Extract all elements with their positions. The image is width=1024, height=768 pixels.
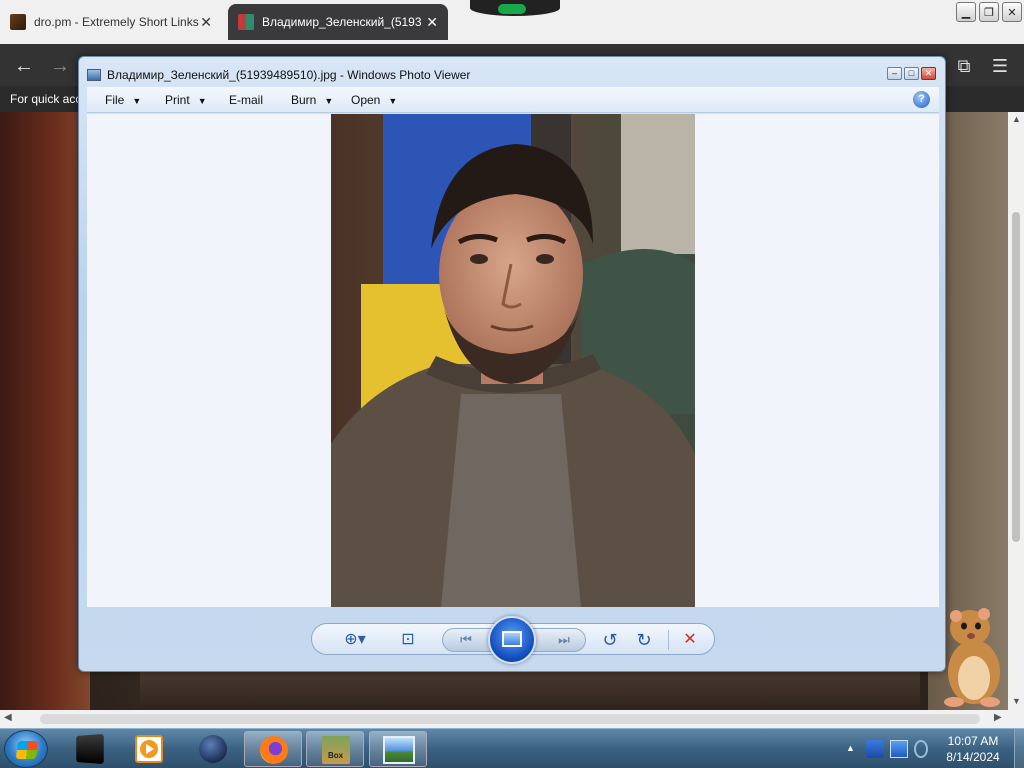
menu-icon[interactable]: ☰ (988, 54, 1012, 78)
vertical-scroll-thumb[interactable] (1012, 212, 1020, 542)
bookmarks-hint-text: For quick acc (10, 92, 82, 106)
minimize-button[interactable]: – (887, 67, 902, 80)
menu-file[interactable]: File ▼ (105, 93, 141, 107)
browser-tab-active-image[interactable]: Владимир_Зеленский_(5193 ✕ (228, 4, 448, 40)
volume-icon[interactable] (914, 740, 928, 758)
vertical-scrollbar[interactable]: ▲ ▼ (1008, 112, 1024, 710)
extensions-icon[interactable]: ⧉ (952, 54, 976, 78)
rotate-clockwise-icon[interactable]: ↻ (632, 629, 656, 651)
show-desktop-button[interactable] (1014, 729, 1024, 768)
clock-time: 10:07 AM (947, 734, 999, 748)
browser-tab-title: Владимир_Зеленский_(5193 (262, 15, 422, 29)
photo-viewer-menu-bar: File ▼ Print ▼ E-mail Burn ▼ Open ▼ ? (87, 87, 939, 113)
actual-size-icon[interactable]: ⊡ (396, 629, 420, 651)
system-clock[interactable]: 10:07 AM 8/14/2024 (932, 733, 1014, 765)
photo-viewer-window: Владимир_Зеленский_(51939489510).jpg - W… (78, 56, 946, 672)
portrait-illustration (331, 114, 695, 607)
web-page-image-bottom (140, 672, 920, 710)
image-favicon-icon (238, 14, 254, 30)
terminal-icon (76, 733, 104, 765)
media-player-icon (135, 735, 163, 763)
hamster-gadget-icon[interactable] (940, 604, 1004, 708)
box-icon: Box (322, 736, 350, 764)
menu-email[interactable]: E-mail (229, 93, 263, 107)
back-arrow-icon[interactable]: ← (12, 54, 36, 78)
maximize-button[interactable]: □ (904, 67, 919, 80)
box-icon-label: Box (328, 751, 344, 760)
chevron-down-icon: ▼ (388, 96, 398, 106)
delete-icon[interactable]: ✕ (678, 629, 702, 651)
network-icon[interactable] (890, 740, 908, 758)
forward-arrow-icon[interactable]: → (48, 54, 72, 78)
horizontal-scroll-thumb[interactable] (40, 714, 980, 724)
scroll-left-icon[interactable]: ◀ (4, 712, 12, 723)
scroll-right-icon[interactable]: ▶ (994, 712, 1002, 723)
close-tab-icon[interactable]: ✕ (426, 14, 438, 31)
windows-logo-icon (15, 741, 39, 759)
menu-label: E-mail (229, 93, 264, 107)
taskbar: Box ▲ 10:07 AM 8/14/2024 (0, 728, 1024, 768)
firefox-icon (260, 736, 288, 764)
menu-label: Print (165, 93, 190, 107)
next-icon[interactable]: ⏭ (549, 629, 579, 651)
browser-restore-button[interactable]: ❐ (979, 2, 999, 22)
clock-date: 8/14/2024 (946, 750, 1000, 764)
menu-print[interactable]: Print ▼ (165, 93, 207, 107)
menu-burn[interactable]: Burn ▼ (291, 93, 333, 107)
photo-canvas (87, 114, 939, 607)
browser-tab-strip: dro.pm - Extremely Short Links ✕ Владими… (0, 0, 1024, 44)
tray-expand-icon[interactable]: ▲ (846, 743, 855, 753)
window-title: Владимир_Зеленский_(51939489510).jpg - W… (107, 68, 471, 82)
rotate-counterclockwise-icon[interactable]: ↺ (598, 629, 622, 651)
menu-label: File (105, 93, 125, 107)
close-button[interactable]: ✕ (921, 67, 936, 80)
browser-tab-dro-pm[interactable]: dro.pm - Extremely Short Links ✕ (0, 4, 222, 40)
photo-viewer-control-bar: ⊕▾ ⊡ ⏮ ⏭ ↺ ↻ ✕ (87, 609, 939, 667)
toolbar-decoration (470, 0, 560, 16)
menu-label: Burn (291, 93, 317, 107)
horizontal-scrollbar[interactable]: ◀ ▶ (0, 710, 1024, 728)
previous-icon[interactable]: ⏮ (451, 629, 481, 651)
dro-pm-favicon-icon (10, 14, 26, 30)
control-separator (668, 630, 669, 650)
slideshow-icon (502, 631, 522, 647)
browser-tab-title: dro.pm - Extremely Short Links (34, 15, 199, 29)
web-page-image-left (0, 112, 90, 710)
photo-viewer-app-icon (87, 69, 101, 81)
zoom-icon[interactable]: ⊕▾ (338, 629, 372, 651)
menu-label: Open (351, 93, 381, 107)
taskbar-item-globe[interactable] (184, 731, 242, 767)
chevron-down-icon: ▼ (197, 96, 207, 106)
taskbar-item-terminal[interactable] (60, 731, 118, 767)
close-tab-icon[interactable]: ✕ (200, 14, 212, 31)
browser-close-button[interactable]: ✕ (1002, 2, 1022, 22)
tray-app-icon[interactable] (866, 740, 884, 758)
browser-minimize-button[interactable]: ▁ (956, 2, 976, 22)
globe-icon (199, 735, 227, 763)
help-icon[interactable]: ? (913, 91, 930, 108)
menu-open[interactable]: Open ▼ (351, 93, 397, 107)
photo-viewer-icon (383, 736, 415, 764)
slideshow-button[interactable] (488, 616, 536, 664)
hamster-illustration (944, 608, 1000, 707)
chevron-down-icon: ▼ (132, 96, 142, 106)
scroll-down-icon[interactable]: ▼ (1012, 696, 1021, 706)
taskbar-item-box[interactable]: Box (306, 731, 364, 767)
photo-viewer-title-bar: Владимир_Зеленский_(51939489510).jpg - W… (87, 65, 470, 85)
scroll-up-icon[interactable]: ▲ (1012, 114, 1021, 124)
taskbar-item-media-player[interactable] (120, 731, 178, 767)
taskbar-item-photo-viewer[interactable] (369, 731, 427, 767)
control-pill: ⊕▾ ⊡ ⏮ ⏭ ↺ ↻ ✕ (311, 616, 715, 664)
chevron-down-icon: ▼ (324, 96, 334, 106)
taskbar-item-firefox[interactable] (244, 731, 302, 767)
displayed-photo[interactable] (331, 114, 695, 607)
start-button[interactable] (4, 730, 48, 768)
